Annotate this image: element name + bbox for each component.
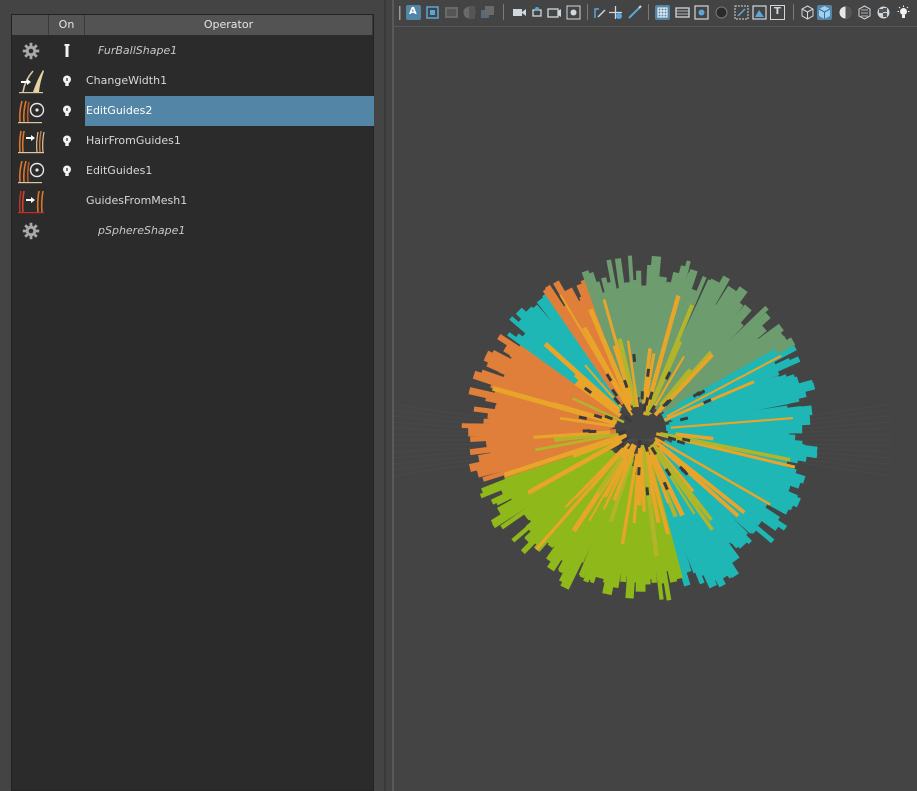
row-on-cell[interactable] — [49, 126, 85, 156]
fur-shadow — [679, 416, 689, 422]
row-icon-cell — [12, 96, 49, 126]
textured-icon[interactable] — [857, 5, 872, 20]
row-on-cell[interactable] — [49, 216, 85, 246]
fur-shadow — [667, 436, 677, 442]
row-name: HairFromGuides1 — [86, 134, 181, 147]
gear-icon — [22, 222, 40, 240]
film-gate-toggle-icon[interactable] — [675, 5, 690, 20]
fur-strand — [687, 425, 803, 434]
on-column-header[interactable]: On — [49, 15, 85, 35]
panel-splitter[interactable] — [384, 0, 386, 791]
separator-icon — [648, 4, 649, 20]
icon-column-header[interactable] — [12, 15, 49, 35]
text-icon-pencil[interactable] — [627, 5, 642, 20]
gear-icon — [22, 42, 40, 60]
t-button-label: T — [774, 6, 781, 17]
table-row[interactable]: GuidesFromMesh1 — [12, 186, 373, 216]
edit-guides-icon — [18, 160, 45, 184]
safe-action-icon[interactable] — [592, 5, 607, 20]
table-row[interactable]: FurBallShape1 — [12, 36, 373, 66]
lights-icon[interactable] — [896, 5, 911, 20]
select-camera-icon[interactable]: A — [406, 5, 421, 20]
fur-ball-render[interactable] — [394, 26, 917, 791]
row-on-cell[interactable] — [49, 36, 85, 66]
edit-guides-icon — [18, 100, 45, 124]
operator-tree: On Operator FurBallShape1 ChangeWidth1 E… — [11, 14, 374, 791]
row-on-cell[interactable] — [49, 96, 85, 126]
resolution-gate-icon[interactable] — [530, 5, 545, 20]
row-name: pSphereShape1 — [98, 224, 186, 237]
bulb-icon[interactable] — [62, 105, 72, 117]
row-name: EditGuides2 — [85, 96, 374, 126]
xray-components-icon[interactable] — [752, 5, 767, 20]
safe-title-icon[interactable] — [608, 5, 623, 20]
default-material-icon[interactable] — [838, 5, 853, 20]
fur-shadow — [617, 430, 627, 435]
guides-from-mesh-icon — [18, 190, 44, 214]
hair-from-guides-icon — [18, 130, 45, 154]
viewport-toolbar: A T — [394, 0, 917, 26]
fur-shadow — [632, 353, 637, 363]
toolbar-handle-icon[interactable] — [398, 6, 402, 20]
bulb-icon[interactable] — [62, 135, 72, 147]
fur-shadow — [637, 439, 642, 449]
row-on-cell[interactable] — [49, 156, 85, 186]
film-gate-icon[interactable] — [512, 5, 527, 20]
bulb-icon[interactable] — [62, 165, 72, 177]
bookmark-icon[interactable] — [444, 5, 459, 20]
a-button-label: A — [409, 6, 417, 17]
fur-strands — [461, 255, 818, 601]
operator-column-header[interactable]: Operator — [85, 15, 373, 35]
image-plane-icon[interactable] — [462, 5, 477, 20]
grid-glyph-icon — [657, 7, 668, 18]
fur-shadow — [648, 391, 654, 400]
row-on-cell[interactable] — [49, 66, 85, 96]
table-row[interactable]: EditGuides2 — [12, 96, 374, 126]
xray-joints-icon[interactable] — [734, 5, 749, 20]
separator-icon — [587, 4, 588, 20]
pin-icon[interactable] — [62, 43, 72, 59]
table-row[interactable]: EditGuides1 — [12, 156, 373, 186]
bulb-icon[interactable] — [62, 75, 72, 87]
grid-icon[interactable] — [655, 5, 670, 20]
field-chart-icon[interactable] — [566, 5, 581, 20]
smooth-shade-icon[interactable] — [817, 5, 832, 20]
isolate-icon[interactable] — [694, 5, 709, 20]
cube-glyph-icon — [818, 6, 831, 19]
wireframe-icon[interactable] — [800, 5, 815, 20]
row-name: FurBallShape1 — [98, 44, 178, 57]
fur-shadow — [624, 415, 633, 423]
row-icon-cell — [12, 36, 49, 66]
change-width-icon — [19, 70, 44, 94]
row-icon-cell — [12, 66, 49, 96]
separator-icon — [503, 4, 504, 20]
fur-shadow — [646, 368, 651, 377]
row-on-cell[interactable] — [49, 186, 85, 216]
table-row[interactable]: pSphereShape1 — [12, 216, 373, 246]
fur-shadow — [681, 437, 691, 443]
table-row[interactable]: HairFromGuides1 — [12, 126, 373, 156]
table-row[interactable]: ChangeWidth1 — [12, 66, 373, 96]
fur-shadow — [644, 397, 650, 406]
row-name: GuidesFromMesh1 — [86, 194, 188, 207]
row-icon-cell — [12, 216, 49, 246]
text-icon[interactable]: T — [770, 5, 785, 20]
xray-icon[interactable] — [714, 5, 729, 20]
row-icon-cell — [12, 156, 49, 186]
gate-mask-icon[interactable] — [547, 5, 562, 20]
row-name: ChangeWidth1 — [86, 74, 168, 87]
camera-attributes-icon[interactable] — [425, 5, 440, 20]
row-name: EditGuides1 — [86, 164, 153, 177]
row-icon-cell — [12, 186, 49, 216]
checker-icon[interactable] — [876, 5, 891, 20]
fur-highlight — [636, 446, 644, 506]
row-icon-cell — [12, 126, 49, 156]
fur-shadow — [645, 487, 650, 496]
separator-icon — [793, 4, 794, 20]
two-d-pan-icon[interactable] — [480, 5, 495, 20]
fur-shadow — [578, 415, 588, 421]
